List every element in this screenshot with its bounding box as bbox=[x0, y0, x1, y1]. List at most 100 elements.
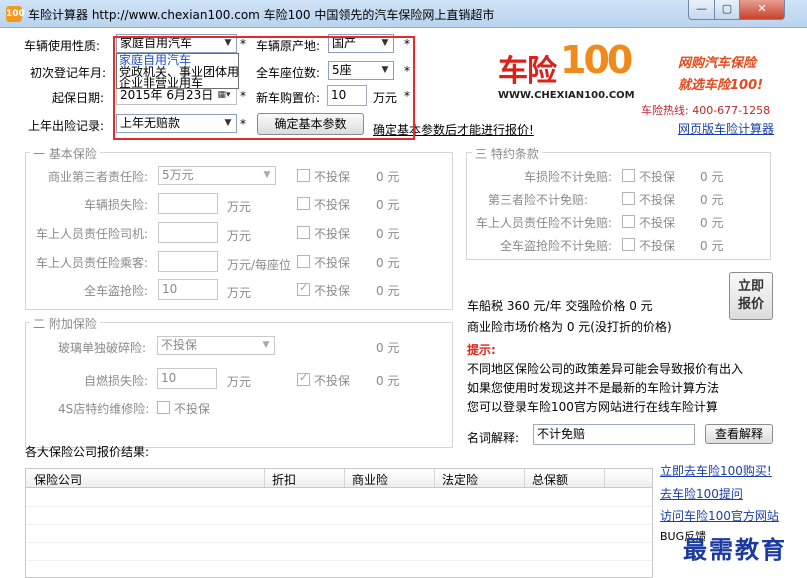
brand-logo-number: 100 bbox=[560, 38, 633, 82]
quote-button-line: 报价 bbox=[737, 297, 764, 312]
close-button[interactable]: ✕ bbox=[739, 0, 785, 20]
no-cover-checkbox[interactable] bbox=[622, 169, 635, 182]
column-separator bbox=[264, 469, 265, 487]
tip-line: 如果您使用时发现这并不是最新的车险计算方法 bbox=[467, 381, 720, 395]
no-cover-checkbox[interactable] bbox=[297, 281, 310, 296]
no-cover-checkbox[interactable] bbox=[622, 238, 635, 251]
group-title: 二 附加保险 bbox=[30, 315, 100, 332]
column-separator bbox=[604, 469, 605, 487]
tip-title: 提示: bbox=[467, 343, 496, 357]
theft-label: 全车盗抢险: bbox=[84, 284, 149, 298]
watermark-text: 最需教育 bbox=[683, 535, 787, 564]
unit-label: 万元 bbox=[227, 286, 252, 300]
buy-link[interactable]: 立即去车险100购买! bbox=[660, 462, 772, 479]
no-cover-label: 不投保 bbox=[174, 402, 211, 416]
row-divider bbox=[26, 524, 652, 525]
theft-input[interactable]: 10 bbox=[158, 279, 218, 300]
usage-option[interactable]: 企业非营业用车 bbox=[119, 77, 203, 89]
web-calc-link[interactable]: 网页版车险计算器 bbox=[678, 120, 774, 137]
usage-dropdown-list: 家庭自用汽车 党政机关、事业团体用 企业非营业用车 bbox=[116, 53, 239, 89]
glass-select[interactable]: 不投保 ▼ bbox=[157, 336, 275, 355]
fire-label: 自燃损失险: bbox=[84, 374, 149, 388]
no-cover-label: 不投保 bbox=[639, 170, 676, 184]
driver-liability-input[interactable] bbox=[158, 222, 218, 243]
row-divider bbox=[26, 506, 652, 507]
no-cover-checkbox[interactable] bbox=[297, 371, 310, 386]
no-cover-label: 不投保 bbox=[314, 227, 351, 241]
price-value: 0 元 bbox=[376, 341, 400, 355]
unit-label: 万元/每座位 bbox=[227, 258, 292, 272]
price-value: 0 元 bbox=[700, 193, 724, 207]
results-table-body[interactable] bbox=[25, 488, 653, 578]
no-cover-checkbox[interactable] bbox=[297, 169, 310, 182]
column-header[interactable]: 总保额 bbox=[532, 471, 568, 488]
term-input[interactable]: 不计免赔 bbox=[533, 424, 695, 445]
no-cover-label: 不投保 bbox=[639, 193, 676, 207]
no-cover-checkbox[interactable] bbox=[157, 401, 170, 414]
last-claim-label: 上年出险记录: bbox=[28, 119, 105, 133]
row-divider bbox=[26, 542, 652, 543]
no-cover-checkbox[interactable] bbox=[297, 226, 310, 239]
column-header[interactable]: 保险公司 bbox=[34, 471, 82, 488]
chevron-down-icon: ▼ bbox=[263, 170, 271, 180]
title-bar: 100 车险计算器 http://www.chexian100.com 车险10… bbox=[0, 0, 807, 28]
price-value: 0 元 bbox=[700, 216, 724, 230]
column-separator bbox=[524, 469, 525, 487]
price-value: 0 元 bbox=[376, 198, 400, 212]
tip-line: 您可以登录车险100官方网站进行在线车险计算 bbox=[467, 400, 718, 414]
maximize-button[interactable]: ▢ bbox=[714, 0, 740, 20]
no-cover-label: 不投保 bbox=[314, 256, 351, 270]
ad-slogan: 就选车险100! bbox=[678, 78, 764, 93]
special-clause-label: 车损险不计免赔: bbox=[524, 170, 613, 184]
commercial-summary: 商业险市场价格为 0 元(没打折的价格) bbox=[467, 320, 672, 334]
ad-banner[interactable]: 车险 100 WWW.CHEXIAN100.COM 网购汽车保险 就选车险100… bbox=[492, 32, 777, 106]
window-title: 车险计算器 http://www.chexian100.com 车险100 中国… bbox=[28, 8, 495, 22]
third-party-select[interactable]: 5万元 ▼ bbox=[158, 166, 276, 185]
column-header[interactable]: 法定险 bbox=[442, 471, 478, 488]
passenger-liability-input[interactable] bbox=[158, 251, 218, 272]
special-clause-label: 车上人员责任险不计免赔: bbox=[476, 216, 613, 230]
price-value: 0 元 bbox=[700, 239, 724, 253]
row-divider bbox=[26, 560, 652, 561]
vehicle-damage-label: 车辆损失险: bbox=[84, 198, 149, 212]
passenger-liability-label: 车上人员责任险乘客: bbox=[36, 256, 149, 270]
price-value: 0 元 bbox=[376, 170, 400, 184]
term-label: 名词解释: bbox=[467, 431, 520, 445]
reg-date-label: 初次登记年月: bbox=[30, 66, 107, 80]
no-cover-checkbox[interactable] bbox=[622, 192, 635, 205]
third-party-value: 5万元 bbox=[162, 168, 194, 182]
column-header[interactable]: 折扣 bbox=[272, 471, 296, 488]
vehicle-damage-input[interactable] bbox=[158, 193, 218, 214]
official-site-link[interactable]: 访问车险100官方网站 bbox=[660, 507, 779, 524]
column-separator bbox=[344, 469, 345, 487]
fire-input[interactable]: 10 bbox=[157, 368, 217, 389]
tax-summary: 车船税 360 元/年 交强险价格 0 元 bbox=[467, 299, 653, 313]
results-title: 各大保险公司报价结果: bbox=[25, 445, 150, 459]
no-cover-label: 不投保 bbox=[314, 374, 351, 388]
price-value: 0 元 bbox=[700, 170, 724, 184]
no-cover-checkbox[interactable] bbox=[297, 255, 310, 268]
group-title: 三 特约条款 bbox=[472, 145, 542, 162]
special-clause-label: 第三者险不计免赔: bbox=[488, 193, 589, 207]
no-cover-checkbox[interactable] bbox=[622, 215, 635, 228]
price-value: 0 元 bbox=[376, 256, 400, 270]
repair-label: 4S店特约维修险: bbox=[58, 402, 150, 416]
no-cover-label: 不投保 bbox=[314, 198, 351, 212]
special-clause-label: 全车盗抢险不计免赔: bbox=[500, 239, 613, 253]
view-explanation-button[interactable]: 查看解释 bbox=[705, 424, 773, 444]
no-cover-label: 不投保 bbox=[639, 216, 676, 230]
no-cover-label: 不投保 bbox=[314, 284, 351, 298]
minimize-button[interactable]: — bbox=[688, 0, 715, 20]
column-header[interactable]: 商业险 bbox=[352, 471, 388, 488]
no-cover-label: 不投保 bbox=[639, 239, 676, 253]
ask-link[interactable]: 去车险100提问 bbox=[660, 485, 743, 502]
ad-slogan: 网购汽车保险 bbox=[678, 56, 757, 71]
unit-label: 万元 bbox=[227, 200, 252, 214]
quote-now-button[interactable]: 立即 报价 bbox=[729, 272, 773, 320]
price-value: 0 元 bbox=[376, 284, 400, 298]
third-party-label: 商业第三者责任险: bbox=[48, 170, 149, 184]
start-date-label: 起保日期: bbox=[52, 91, 105, 105]
unit-label: 万元 bbox=[227, 229, 252, 243]
glass-label: 玻璃单独破碎险: bbox=[58, 341, 147, 355]
no-cover-checkbox[interactable] bbox=[297, 197, 310, 210]
